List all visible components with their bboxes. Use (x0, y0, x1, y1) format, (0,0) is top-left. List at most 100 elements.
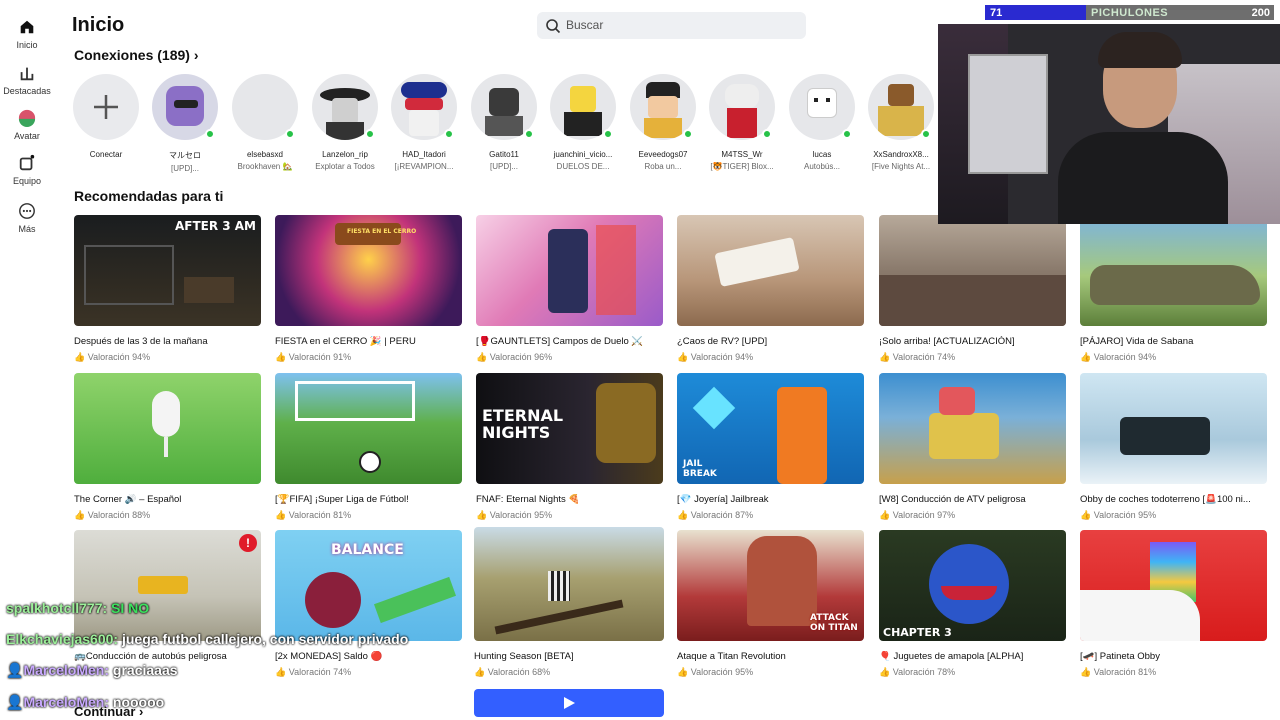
game-thumbnail: JAIL BREAK (677, 373, 864, 484)
online-status-icon (683, 129, 693, 139)
chart-icon (20, 67, 34, 81)
game-card[interactable]: FIESTA EN EL CERRO FIESTA en el CERRO 🎉 … (275, 215, 462, 363)
sidebar-item-label: Destacadas (3, 86, 51, 96)
connections-title[interactable]: Conexiones (189) › (74, 47, 199, 63)
game-thumbnail (1080, 215, 1267, 326)
thumbs-up-icon: 👍 (476, 352, 488, 362)
game-thumbnail: AFTER 3 AM (74, 215, 261, 326)
online-status-icon (365, 129, 375, 139)
game-rating: 👍 Valoración 91% (275, 352, 352, 362)
sidebar-item-mas[interactable]: Más (0, 202, 54, 234)
friend-item[interactable]: juanchini_vicio... DUELOS DE... (546, 74, 620, 171)
online-status-icon (205, 129, 215, 139)
online-status-icon (762, 129, 772, 139)
thumbs-up-icon: 👍 (1080, 510, 1092, 520)
thumbs-up-icon: 👍 (1080, 352, 1092, 362)
game-thumbnail (1080, 530, 1267, 641)
game-card[interactable]: ¡Solo arriba! [ACTUALIZACIÓN] 👍 Valoraci… (879, 215, 1066, 363)
game-card[interactable]: AFTER 3 AM Después de las 3 de la mañana… (74, 215, 261, 363)
game-title: [💎 Joyería] Jailbreak (677, 494, 769, 505)
game-title: FNAF: Eternal Nights 🍕 (476, 494, 581, 505)
game-card[interactable]: [🥊GAUNTLETS] Campos de Duelo ⚔️ 👍 Valora… (476, 215, 663, 363)
friend-item[interactable]: elsebasxd Brookhaven 🏡 (228, 74, 302, 171)
chat-message: spalkhotcll777: SI NO (6, 600, 150, 616)
game-rating: 👍 Valoración 81% (275, 510, 352, 520)
game-card[interactable]: CHAPTER 3 🎈 Juguetes de amapola [ALPHA] … (879, 530, 1066, 678)
friend-item[interactable]: Eeveedogs07 Roba un... (626, 74, 700, 171)
online-status-icon (444, 129, 454, 139)
thumbs-up-icon: 👍 (74, 510, 86, 520)
game-thumbnail: ATTACK ON TITAN (677, 530, 864, 641)
game-card[interactable]: Hunting Season [BETA] 👍 Valoración 68% (474, 527, 664, 678)
sidebar-item-inicio[interactable]: Inicio (0, 18, 54, 50)
game-card[interactable]: Obby de coches todoterreno [🚨100 ni... 👍… (1080, 373, 1267, 521)
chat-message: 👤MarceloMen: nooooo (6, 694, 165, 710)
game-card[interactable]: [🛹] Patineta Obby 👍 Valoración 81% (1080, 530, 1267, 678)
game-title: Hunting Season [BETA] (474, 651, 574, 662)
sidebar-item-label: Avatar (14, 131, 40, 141)
game-card[interactable]: ATTACK ON TITAN Ataque a Titan Revolutio… (677, 530, 864, 678)
friend-item[interactable]: XxSandroxX8... [Five Nights At... (864, 74, 938, 171)
game-card[interactable]: [PÁJARO] Vida de Sabana 👍 Valoración 94% (1080, 215, 1267, 363)
thumbs-up-icon: 👍 (74, 352, 86, 362)
friend-item[interactable]: Lanzelon_rip Explotar a Todos (308, 74, 382, 171)
team-icon (19, 154, 35, 171)
friend-item[interactable]: Gatito11 [UPD]... (467, 74, 541, 171)
game-thumbnail: ! (74, 530, 261, 641)
game-thumbnail (474, 527, 664, 641)
score-bar: 71 PICHULONES 200 (985, 5, 1274, 20)
thumbs-up-icon: 👍 (476, 510, 488, 520)
game-card[interactable]: JAIL BREAK [💎 Joyería] Jailbreak 👍 Valor… (677, 373, 864, 521)
play-icon (564, 697, 575, 709)
game-card[interactable]: ¿Caos de RV? [UPD] 👍 Valoración 94% (677, 215, 864, 363)
friend-item[interactable]: マルセロ [UPD]... (148, 74, 222, 173)
chat-message: Elkchaviejas600: juega futbol callejero,… (6, 631, 409, 647)
connect-button[interactable]: Conectar (69, 74, 143, 159)
thumbs-up-icon: 👍 (677, 667, 689, 677)
game-title: FIESTA en el CERRO 🎉 | PERU (275, 336, 416, 347)
game-rating: 👍 Valoración 96% (476, 352, 553, 362)
game-title: ¡Solo arriba! [ACTUALIZACIÓN] (879, 336, 1015, 347)
thumbs-up-icon: 👍 (474, 667, 486, 677)
game-title: [🏆FIFA] ¡Super Liga de Fútbol! (275, 494, 409, 505)
game-rating: 👍 Valoración 81% (1080, 667, 1157, 677)
game-thumbnail (677, 215, 864, 326)
search-input[interactable]: Buscar (537, 12, 806, 39)
game-rating: 👍 Valoración 94% (1080, 352, 1157, 362)
sidebar-item-destacadas[interactable]: Destacadas (0, 64, 54, 96)
sidebar-item-equipo[interactable]: Equipo (0, 154, 54, 186)
game-card[interactable]: BALANCE [2x MONEDAS] Saldo 🔴 👍 Valoració… (275, 530, 462, 678)
chevron-right-icon: › (193, 47, 199, 63)
game-card[interactable]: ETERNAL NIGHTS FNAF: Eternal Nights 🍕 👍 … (476, 373, 663, 521)
sidebar-item-avatar[interactable]: Avatar (0, 109, 54, 141)
game-title: ¿Caos de RV? [UPD] (677, 336, 768, 347)
search-icon (546, 19, 561, 34)
game-thumbnail (879, 215, 1066, 326)
more-icon (19, 203, 35, 219)
sidebar-item-label: Inicio (16, 40, 38, 50)
game-title: 🚌Conducción de autobús peligrosa (74, 651, 227, 662)
home-icon (20, 20, 34, 34)
play-button[interactable] (474, 689, 664, 717)
user-icon: 👤 (6, 662, 24, 678)
thumbs-up-icon: 👍 (879, 510, 891, 520)
game-title: [PÁJARO] Vida de Sabana (1080, 336, 1194, 347)
friend-item[interactable]: M4TSS_Wr [🐯TIGER] Blox... (705, 74, 779, 171)
game-title: [🥊GAUNTLETS] Campos de Duelo ⚔️ (476, 336, 644, 347)
game-title: Obby de coches todoterreno [🚨100 ni... (1080, 494, 1251, 505)
plus-icon (94, 95, 118, 119)
game-title: The Corner 🔊 – Español (74, 494, 182, 505)
game-rating: 👍 Valoración 74% (275, 667, 352, 677)
game-rating: 👍 Valoración 78% (879, 667, 956, 677)
friend-item[interactable]: lucas Autobús... (785, 74, 859, 171)
game-card[interactable]: [🏆FIFA] ¡Super Liga de Fútbol! 👍 Valorac… (275, 373, 462, 521)
friend-item[interactable]: HAD_Itadori [¡REVAMPION... (387, 74, 461, 171)
game-title: 🎈 Juguetes de amapola [ALPHA] (879, 651, 1024, 662)
sidebar-item-label: Equipo (12, 176, 42, 186)
game-title: [W8] Conducción de ATV peligrosa (879, 494, 1026, 505)
game-card[interactable]: The Corner 🔊 – Español 👍 Valoración 88% (74, 373, 261, 521)
game-card[interactable]: [W8] Conducción de ATV peligrosa 👍 Valor… (879, 373, 1066, 521)
webcam-overlay (938, 24, 1280, 224)
game-rating: 👍 Valoración 95% (476, 510, 553, 520)
game-rating: 👍 Valoración 68% (474, 667, 551, 677)
